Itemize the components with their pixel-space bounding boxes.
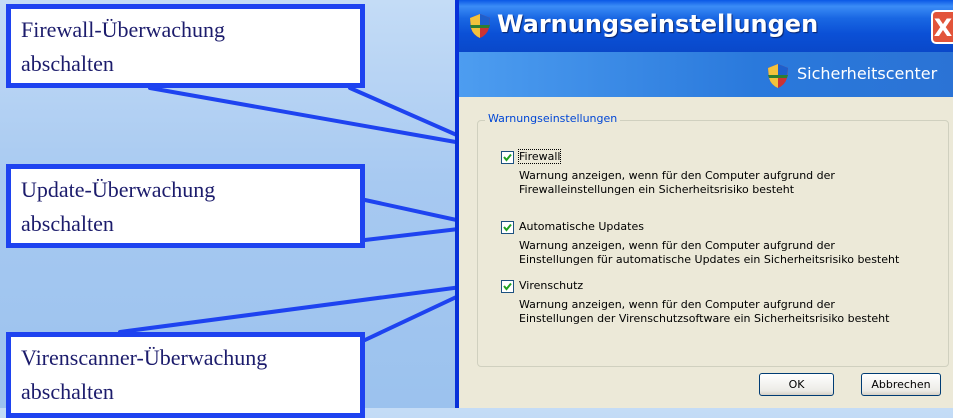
- firewall-label[interactable]: Firewall: [517, 149, 562, 164]
- firewall-description-line1: Warnung anzeigen, wenn für den Computer …: [519, 169, 835, 182]
- security-center-banner: Sicherheitscenter: [459, 52, 953, 97]
- callout-virus-line2: abschalten: [21, 379, 114, 404]
- virus-protection-description-line1: Warnung anzeigen, wenn für den Computer …: [519, 298, 835, 311]
- checkmark-icon: [503, 153, 512, 162]
- close-button[interactable]: X: [931, 10, 953, 44]
- dialog-body: Warnungseinstellungen Firewall Warnung a…: [459, 97, 953, 408]
- banner-title: Sicherheitscenter: [797, 64, 938, 83]
- close-icon: X: [933, 14, 953, 42]
- updates-description: Warnung anzeigen, wenn für den Computer …: [519, 239, 899, 267]
- firewall-description-line2: Firewalleinstellungen ein Sicherheitsris…: [519, 183, 795, 196]
- checkmark-icon: [503, 223, 512, 232]
- updates-description-line1: Warnung anzeigen, wenn für den Computer …: [519, 239, 835, 252]
- checkmark-icon: [503, 282, 512, 291]
- cancel-button[interactable]: Abbrechen: [861, 373, 941, 396]
- title-bar[interactable]: Warnungseinstellungen X: [459, 0, 953, 52]
- dialog-title: Warnungseinstellungen: [497, 10, 819, 38]
- callout-firewall-line1: Firewall-Überwachung: [21, 17, 226, 42]
- virus-protection-description: Warnung anzeigen, wenn für den Computer …: [519, 298, 889, 326]
- group-title: Warnungseinstellungen: [485, 112, 621, 125]
- ok-button[interactable]: OK: [759, 373, 834, 396]
- updates-checkbox[interactable]: [501, 221, 514, 234]
- callout-update-line1: Update-Überwachung: [21, 177, 216, 202]
- firewall-checkbox[interactable]: [501, 151, 514, 164]
- virus-protection-checkbox[interactable]: [501, 280, 514, 293]
- shield-icon: [768, 64, 788, 88]
- callout-firewall: Firewall-Überwachung abschalten: [6, 4, 365, 88]
- callout-update-line2: abschalten: [21, 211, 114, 236]
- updates-label[interactable]: Automatische Updates: [519, 220, 644, 233]
- callout-firewall-line2: abschalten: [21, 51, 114, 76]
- virus-protection-label[interactable]: Virenschutz: [519, 279, 583, 292]
- callout-update: Update-Überwachung abschalten: [6, 164, 365, 248]
- updates-description-line2: Einstellungen für automatische Updates e…: [519, 253, 900, 266]
- warning-settings-dialog: Warnungseinstellungen X Sicherheitscente…: [455, 0, 953, 408]
- firewall-description: Warnung anzeigen, wenn für den Computer …: [519, 169, 835, 197]
- virus-protection-description-line2: Einstellungen der Virenschutzsoftware ei…: [519, 312, 890, 325]
- callout-virus-line1: Virenscanner-Überwachung: [21, 345, 268, 370]
- shield-icon: [470, 14, 490, 38]
- callout-virus: Virenscanner-Überwachung abschalten: [6, 332, 365, 418]
